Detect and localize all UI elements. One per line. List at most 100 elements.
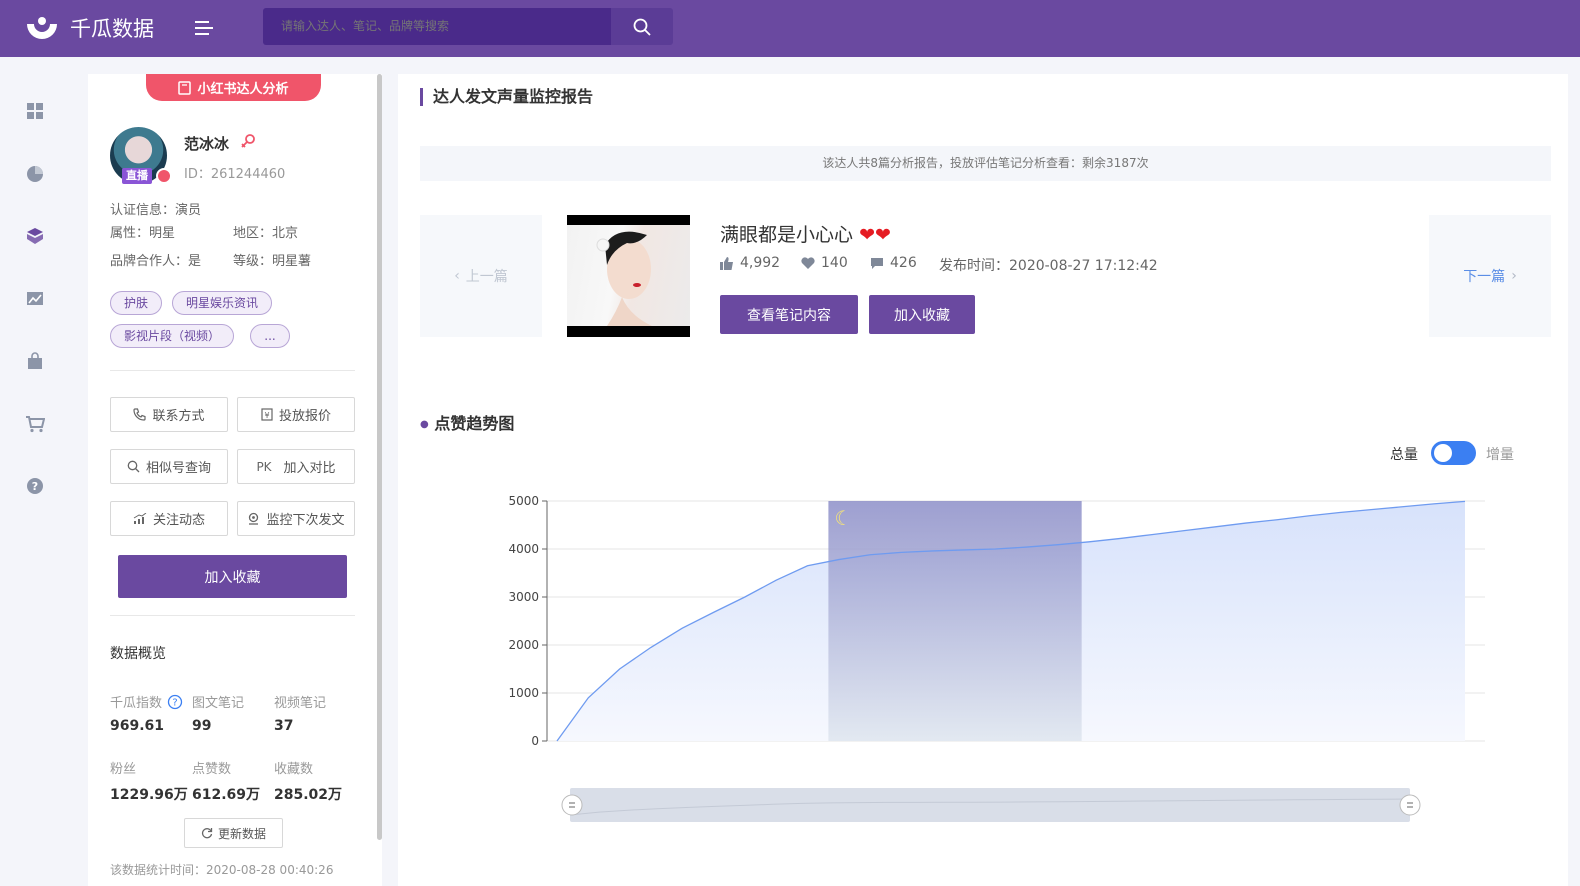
y-tick-label: 5000 xyxy=(508,494,539,508)
stat-label: 粉丝 xyxy=(110,762,137,777)
y-tick-label: 0 xyxy=(531,734,539,748)
overview-title: 数据概览 xyxy=(110,646,166,662)
tag-item[interactable]: 护肤 xyxy=(110,291,163,315)
refresh-icon xyxy=(201,828,213,839)
cart-icon[interactable] xyxy=(24,413,46,435)
report-notice: 该达人共8篇分析报告，投放评估笔记分析查看：剩余3187次 xyxy=(420,146,1551,181)
shopping-bag-icon[interactable] xyxy=(24,350,46,372)
help-icon[interactable]: ? xyxy=(24,476,46,498)
attr-info: 属性：明星 xyxy=(110,226,176,241)
trend-icon xyxy=(133,512,147,524)
tag-item[interactable]: 影视片段（视频） xyxy=(110,324,235,348)
total-increment-toggle[interactable] xyxy=(1431,441,1476,465)
heart-icon: ❤ xyxy=(859,224,875,246)
logo-text: 千瓜数据 xyxy=(70,17,154,41)
live-tag: 直播 xyxy=(122,168,152,184)
dashboard-icon[interactable] xyxy=(24,100,46,122)
menu-toggle-icon[interactable] xyxy=(193,17,215,39)
stat-value: 37 xyxy=(274,718,294,734)
pk-icon: PK xyxy=(256,459,272,474)
notebook-icon xyxy=(178,80,192,95)
top-bar: 千瓜数据 xyxy=(0,0,1580,57)
phone-icon xyxy=(133,408,147,421)
report-title: 达人发文声量监控报告 xyxy=(420,88,593,106)
svg-text:¥: ¥ xyxy=(264,411,269,420)
next-note-label: 下一篇 xyxy=(1463,269,1506,285)
search-button[interactable] xyxy=(611,8,673,45)
chevron-right-icon: › xyxy=(1511,268,1517,284)
profile-scrollbar[interactable] xyxy=(377,74,382,840)
page-scrollbar[interactable] xyxy=(1568,57,1580,886)
brand-partner-info: 品牌合作人：是 xyxy=(110,254,202,269)
region-info: 地区：北京 xyxy=(233,226,299,241)
stat-value: 1229.96万 xyxy=(110,787,188,803)
quote-button[interactable]: ¥ 投放报价 xyxy=(237,397,355,432)
similar-search-button[interactable]: 相似号查询 xyxy=(110,449,228,484)
toggle-increment-label[interactable]: 增量 xyxy=(1486,444,1514,464)
y-tick-label: 3000 xyxy=(508,590,539,604)
slider-handle xyxy=(561,794,583,816)
comment-icon xyxy=(871,257,883,269)
svg-text:?: ? xyxy=(32,480,38,493)
monitor-label: 监控下次发文 xyxy=(266,513,345,528)
publish-time: 发布时间：2020-08-27 17:12:42 xyxy=(939,258,1158,274)
note-thumbnail[interactable] xyxy=(567,215,690,337)
stat-timestamp: 该数据统计时间：2020-08-28 00:40:26 xyxy=(110,863,334,877)
follow-updates-label: 关注动态 xyxy=(152,513,205,528)
stat-label: 点赞数 xyxy=(192,762,232,777)
comments-stat: 426 xyxy=(870,255,917,271)
search-icon xyxy=(127,460,140,473)
tag-more[interactable]: ... xyxy=(250,324,290,348)
image-chart-icon[interactable] xyxy=(24,288,46,310)
note-title: 满眼都是小心心 ❤❤ xyxy=(720,220,891,247)
similar-search-label: 相似号查询 xyxy=(145,461,211,476)
divider xyxy=(110,615,355,616)
view-note-button[interactable]: 查看笔记内容 xyxy=(720,295,858,334)
thumbs-up-icon xyxy=(720,256,733,270)
toggle-knob xyxy=(1434,444,1452,462)
stat-label: 图文笔记 xyxy=(192,696,245,711)
tag-item[interactable]: 明星娱乐资讯 xyxy=(172,291,273,315)
chevron-left-icon: ‹ xyxy=(454,268,460,284)
likes-count: 4,992 xyxy=(740,255,781,271)
stat-value: 99 xyxy=(192,718,212,734)
next-note-button[interactable]: 下一篇 › xyxy=(1429,215,1551,337)
moon-icon: ☾ xyxy=(834,506,852,530)
stat-label: 收藏数 xyxy=(274,762,314,777)
y-tick-label: 2000 xyxy=(508,638,539,652)
pie-chart-icon[interactable] xyxy=(24,163,46,185)
logo[interactable]: 千瓜数据 xyxy=(24,10,154,46)
chart-title-text: 点赞趋势图 xyxy=(434,414,515,433)
search-input[interactable] xyxy=(263,8,611,45)
chart-title: ● 点赞趋势图 xyxy=(420,410,514,434)
cube-icon[interactable] xyxy=(24,225,46,247)
female-icon xyxy=(240,133,256,149)
platform-badge-label: 小红书达人分析 xyxy=(197,82,289,97)
contact-label: 联系方式 xyxy=(152,409,205,424)
profile-id: ID：261244460 xyxy=(184,167,286,182)
likes-trend-chart[interactable]: 0 1000 2000 3000 4000 5000 ☾ xyxy=(490,485,1500,830)
refresh-button[interactable]: 更新数据 xyxy=(184,818,283,848)
quote-label: 投放报价 xyxy=(278,409,331,424)
verified-icon xyxy=(156,168,172,184)
night-band xyxy=(828,501,1082,741)
stat-value: 285.02万 xyxy=(274,787,343,803)
prev-note-button[interactable]: ‹ 上一篇 xyxy=(420,215,542,337)
monitor-button[interactable]: 监控下次发文 xyxy=(237,501,355,536)
stat-label: 千瓜指数 xyxy=(110,696,163,711)
note-favorite-button[interactable]: 加入收藏 xyxy=(869,295,975,334)
divider xyxy=(110,370,355,371)
cert-info: 认证信息：演员 xyxy=(110,203,202,218)
search-icon xyxy=(633,18,651,36)
follow-updates-button[interactable]: 关注动态 xyxy=(110,501,228,536)
note-title-text: 满眼都是小心心 xyxy=(720,224,854,246)
collects-stat: 140 xyxy=(801,255,848,271)
level-info: 等级：明星薯 xyxy=(233,254,312,269)
add-favorite-button[interactable]: 加入收藏 xyxy=(118,555,347,598)
contact-button[interactable]: 联系方式 xyxy=(110,397,228,432)
info-icon[interactable]: ? xyxy=(167,694,183,710)
toggle-total-label[interactable]: 总量 xyxy=(1390,444,1418,464)
compare-button[interactable]: PK 加入对比 xyxy=(237,449,355,484)
bullet-dot-icon: ● xyxy=(420,419,429,430)
heart-icon: ❤ xyxy=(874,224,891,246)
